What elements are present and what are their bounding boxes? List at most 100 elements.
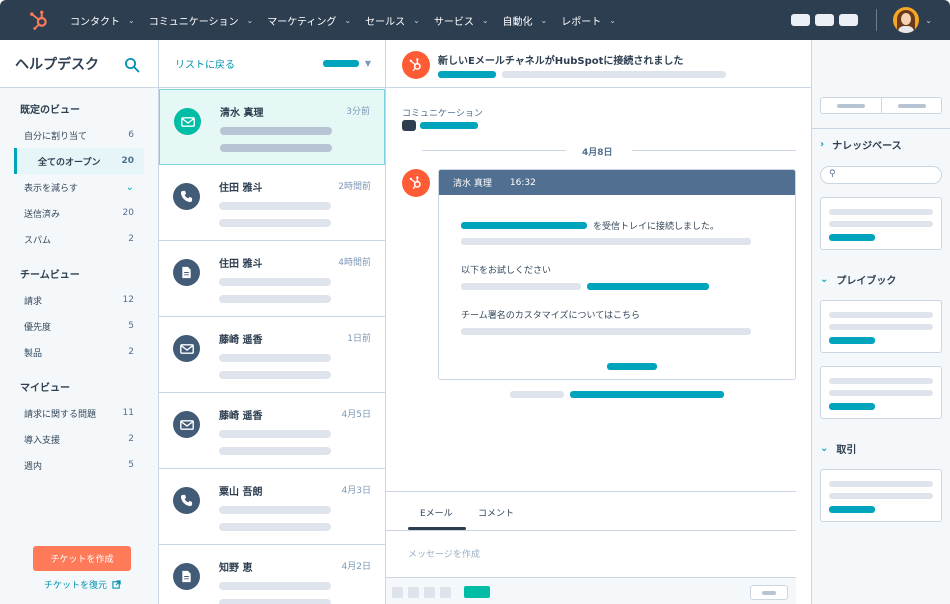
message-meta-link-placeholder[interactable] [570, 391, 724, 398]
ticket-preview-line [220, 127, 332, 135]
section-playbooks[interactable]: ⌄ プレイブック [820, 272, 896, 287]
restore-ticket-link[interactable]: チケットを復元 [44, 578, 121, 591]
conversation-header: 新しいEメールチャネルがHubSpotに接続されました [386, 40, 942, 88]
user-avatar[interactable] [893, 7, 920, 33]
chevron-down-icon: ⌄ [125, 181, 134, 193]
card-line-placeholder [829, 324, 933, 330]
email-icon [179, 419, 194, 430]
ticket-preview-line [219, 599, 331, 604]
message-text-placeholder [461, 283, 581, 290]
nav-marketing[interactable]: マーケティング ⌄ [267, 13, 351, 28]
utility-button-3[interactable] [839, 14, 859, 26]
sidebar-item-product[interactable]: 製品 2 [0, 339, 158, 365]
channel-name-placeholder [420, 122, 478, 129]
ticket-item-selected[interactable]: 清水 真理 3分前 [159, 89, 385, 165]
section-deals[interactable]: ⌄ 取引 [820, 441, 856, 456]
utility-button-2[interactable] [815, 14, 835, 26]
nav-label: レポート [561, 16, 602, 28]
format-tool-icon[interactable] [392, 587, 403, 598]
snippet-tool-icon[interactable] [424, 587, 435, 598]
template-tool-icon[interactable] [440, 587, 451, 598]
knowledge-base-search-input[interactable]: ⚲ [820, 166, 942, 184]
sidebar-item-assigned-to-me[interactable]: 自分に割り当て 6 [0, 122, 158, 148]
ticket-contact-name: 住田 雅斗 [219, 259, 263, 270]
chevron-down-icon: ⌄ [128, 15, 135, 25]
nav-service[interactable]: サービス ⌄ [434, 13, 489, 28]
message-line-3[interactable]: チーム署名のカスタマイズについてはこちら [461, 308, 640, 321]
tab-comment[interactable]: コメント [478, 506, 514, 519]
ticket-preview-line [219, 202, 331, 210]
deal-card[interactable] [820, 469, 942, 522]
sidebar-item-priority[interactable]: 優先度 5 [0, 313, 158, 339]
ticket-channel-icon [174, 108, 201, 135]
inbox-name-placeholder [461, 222, 587, 229]
nav-automation[interactable]: 自動化 ⌄ [503, 13, 548, 28]
nav-reports[interactable]: レポート ⌄ [561, 13, 616, 28]
card-line-placeholder [829, 378, 933, 384]
sidebar-item-billing[interactable]: 請求 12 [0, 287, 158, 313]
ticket-item[interactable]: 粟山 吾朗 4月3日 [159, 469, 385, 545]
conversation-panel: 新しいEメールチャネルがHubSpotに接続されました コミュニケーション 4月… [386, 40, 942, 604]
send-button[interactable] [750, 585, 788, 600]
date-divider-line [422, 150, 566, 151]
message-time: 16:32 [509, 177, 536, 188]
create-ticket-button[interactable]: チケットを作成 [33, 546, 131, 571]
panel-toggle-option-2[interactable] [880, 98, 942, 113]
ticket-item[interactable]: 住田 雅斗 2時間前 [159, 165, 385, 241]
section-knowledge-base[interactable]: › ナレッジベース [820, 137, 902, 152]
ticket-item[interactable]: 知野 恵 4月2日 [159, 545, 385, 604]
attach-tool-icon[interactable] [408, 587, 419, 598]
external-link-icon [112, 580, 121, 589]
sidebar-item-label: 週内 [24, 461, 43, 472]
composer-toolbar [386, 577, 796, 604]
message-card: 清水 真理 16:32 を受信トレイに接続しました。 以下をお試しください チー… [438, 169, 796, 380]
ticket-item[interactable]: 藤崎 遥香 1日前 [159, 317, 385, 393]
sidebar-item-label: 自分に割り当て [24, 131, 88, 142]
panel-toggle-option-1[interactable] [821, 98, 881, 113]
card-link-placeholder[interactable] [829, 337, 875, 344]
divider [876, 9, 878, 31]
nav-conversations[interactable]: コミュニケーション ⌄ [149, 13, 254, 28]
sidebar-item-onboarding[interactable]: 導入支援 2 [0, 426, 158, 452]
message-input[interactable]: メッセージを作成 [408, 547, 480, 560]
tab-email[interactable]: Eメール [420, 506, 453, 519]
sidebar-item-count: 5 [128, 321, 134, 331]
card-link-placeholder[interactable] [829, 506, 875, 513]
playbook-card[interactable] [820, 300, 942, 353]
help-desk-sidebar: ヘルプデスク 既定のビュー 自分に割り当て 6 全てのオープン 20 表示を減らす ⌄… [0, 40, 159, 604]
card-link-placeholder[interactable] [829, 403, 875, 410]
message-action-placeholder[interactable] [607, 363, 657, 370]
nav-sales[interactable]: セールス ⌄ [365, 13, 420, 28]
sidebar-item-this-week[interactable]: 週内 5 [0, 452, 158, 478]
ticket-list-panel: リストに戻る ▼ 清水 真理 3分前 住田 雅斗 2時間前 住田 雅斗 4時間前 [159, 40, 386, 604]
message-line-1: を受信トレイに接続しました。 [593, 222, 720, 232]
sidebar-item-all-open[interactable]: 全てのオープン 20 [14, 148, 144, 174]
chevron-right-icon: › [820, 139, 825, 150]
back-to-list-link[interactable]: リストに戻る [175, 56, 235, 71]
card-link-placeholder[interactable] [829, 234, 875, 241]
sidebar-item-label: 送信済み [24, 209, 61, 220]
ticket-preview-line [219, 354, 331, 362]
utility-button-1[interactable] [791, 14, 811, 26]
sidebar-item-billing-issues[interactable]: 請求に関する問題 11 [0, 400, 158, 426]
hubspot-logo-icon[interactable] [28, 9, 50, 31]
ticket-channel-icon [173, 183, 200, 210]
sidebar-item-label: 請求に関する問題 [24, 409, 97, 420]
list-sort-dropdown[interactable]: ▼ [322, 59, 371, 68]
message-composer: Eメール コメント メッセージを作成 [386, 491, 796, 604]
ticket-item[interactable]: 住田 雅斗 4時間前 [159, 241, 385, 317]
ticket-time: 2時間前 [338, 182, 371, 192]
chevron-down-icon[interactable]: ⌄ [925, 16, 932, 25]
sidebar-item-spam[interactable]: スパム 2 [0, 226, 158, 252]
insert-button[interactable] [464, 586, 490, 598]
playbook-card[interactable] [820, 366, 942, 419]
knowledge-base-card[interactable] [820, 197, 942, 250]
sidebar-item-sent[interactable]: 送信済み 20 [0, 200, 158, 226]
sidebar-item-show-less[interactable]: 表示を減らす ⌄ [0, 174, 158, 200]
ticket-item[interactable]: 藤崎 遥香 4月5日 [159, 393, 385, 469]
nav-contacts[interactable]: コンタクト ⌄ [70, 13, 135, 28]
search-icon[interactable] [124, 57, 140, 73]
suggestion-link-placeholder[interactable] [587, 283, 709, 290]
message-header: 清水 真理 16:32 [439, 170, 795, 195]
sidebar-item-count: 11 [122, 408, 134, 418]
